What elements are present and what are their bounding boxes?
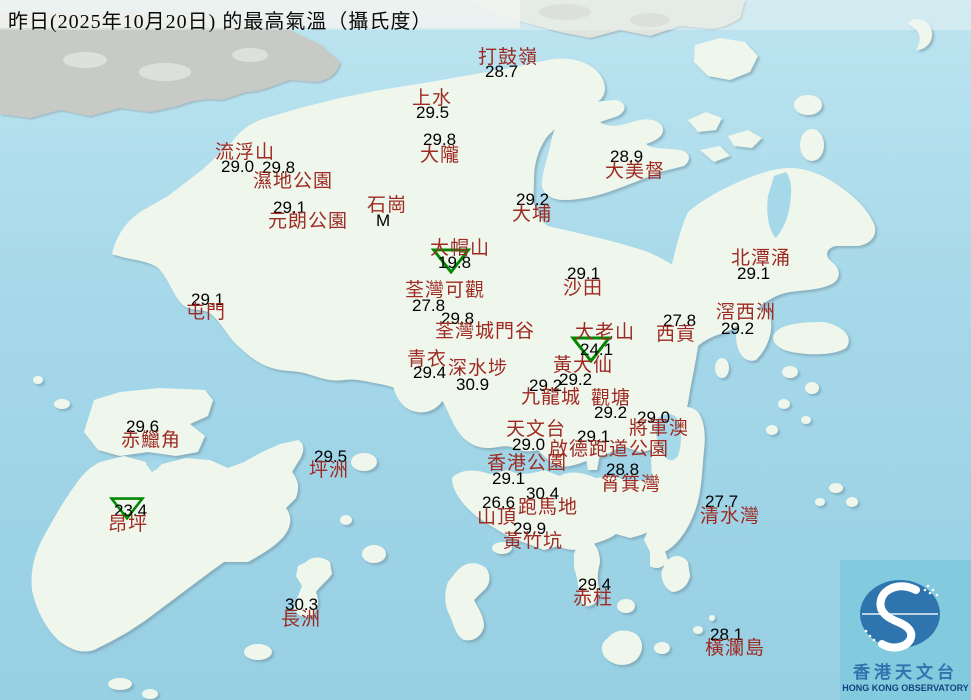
station-label: 跑馬地 [518, 498, 578, 517]
station-label: 上水 [412, 89, 452, 108]
station-label: 將軍澳 [629, 419, 689, 438]
station-label: 大美督 [605, 162, 665, 181]
station-label: 坪洲 [309, 461, 349, 480]
station-label: 大帽山 [430, 239, 490, 258]
station-label: 屯門 [186, 303, 226, 322]
station-label: 長洲 [281, 610, 321, 629]
hko-logo-name-en: HONG KONG OBSERVATORY [840, 684, 971, 693]
hko-logo-name-zh: 香港天文台 [840, 664, 971, 681]
hko-logo: 香港天文台 HONG KONG OBSERVATORY [840, 560, 971, 700]
station-label: 濕地公園 [253, 172, 333, 191]
station-label: 九龍城 [521, 388, 581, 407]
station-label: 山頂 [477, 508, 517, 527]
station-label: 筲箕灣 [601, 475, 661, 494]
station-label: 打鼓嶺 [478, 48, 538, 67]
hong-kong-map [0, 0, 971, 700]
station-label: 元朗公園 [268, 212, 348, 231]
station-label: 石崗 [367, 196, 407, 215]
station-label: 黃竹坑 [503, 532, 563, 551]
station-label: 黃大仙 [553, 356, 613, 375]
station-label: 橫瀾島 [705, 639, 765, 658]
station-label: 西貢 [656, 325, 696, 344]
station-label: 深水埗 [448, 359, 508, 378]
station-label: 觀塘 [591, 389, 631, 408]
station-label: 天文台 [506, 420, 566, 439]
station-label: 赤鱲角 [121, 431, 181, 450]
station-label: 荃灣城門谷 [435, 322, 535, 341]
station-label: 滘西洲 [716, 303, 776, 322]
station-label: 清水灣 [700, 507, 760, 526]
hko-logo-symbol [840, 560, 971, 664]
station-label: 赤柱 [573, 589, 613, 608]
map-title: 昨日(2025年10月20日) 的最高氣溫（攝氏度） [8, 5, 432, 34]
station-label: 青衣 [407, 350, 447, 369]
station-label: 沙田 [563, 279, 603, 298]
station-label: 荃灣可觀 [405, 281, 485, 300]
station-label: 香港公園 [487, 454, 567, 473]
station-label: 大埔 [512, 205, 552, 224]
station-label: 北潭涌 [731, 249, 791, 268]
max-temperature-map: 昨日(2025年10月20日) 的最高氣溫（攝氏度） 28.7打鼓嶺29.5上水… [0, 0, 971, 700]
station-label: 大老山 [575, 323, 635, 342]
station-label: 昂坪 [108, 515, 148, 534]
station-label: 大隴 [420, 146, 460, 165]
